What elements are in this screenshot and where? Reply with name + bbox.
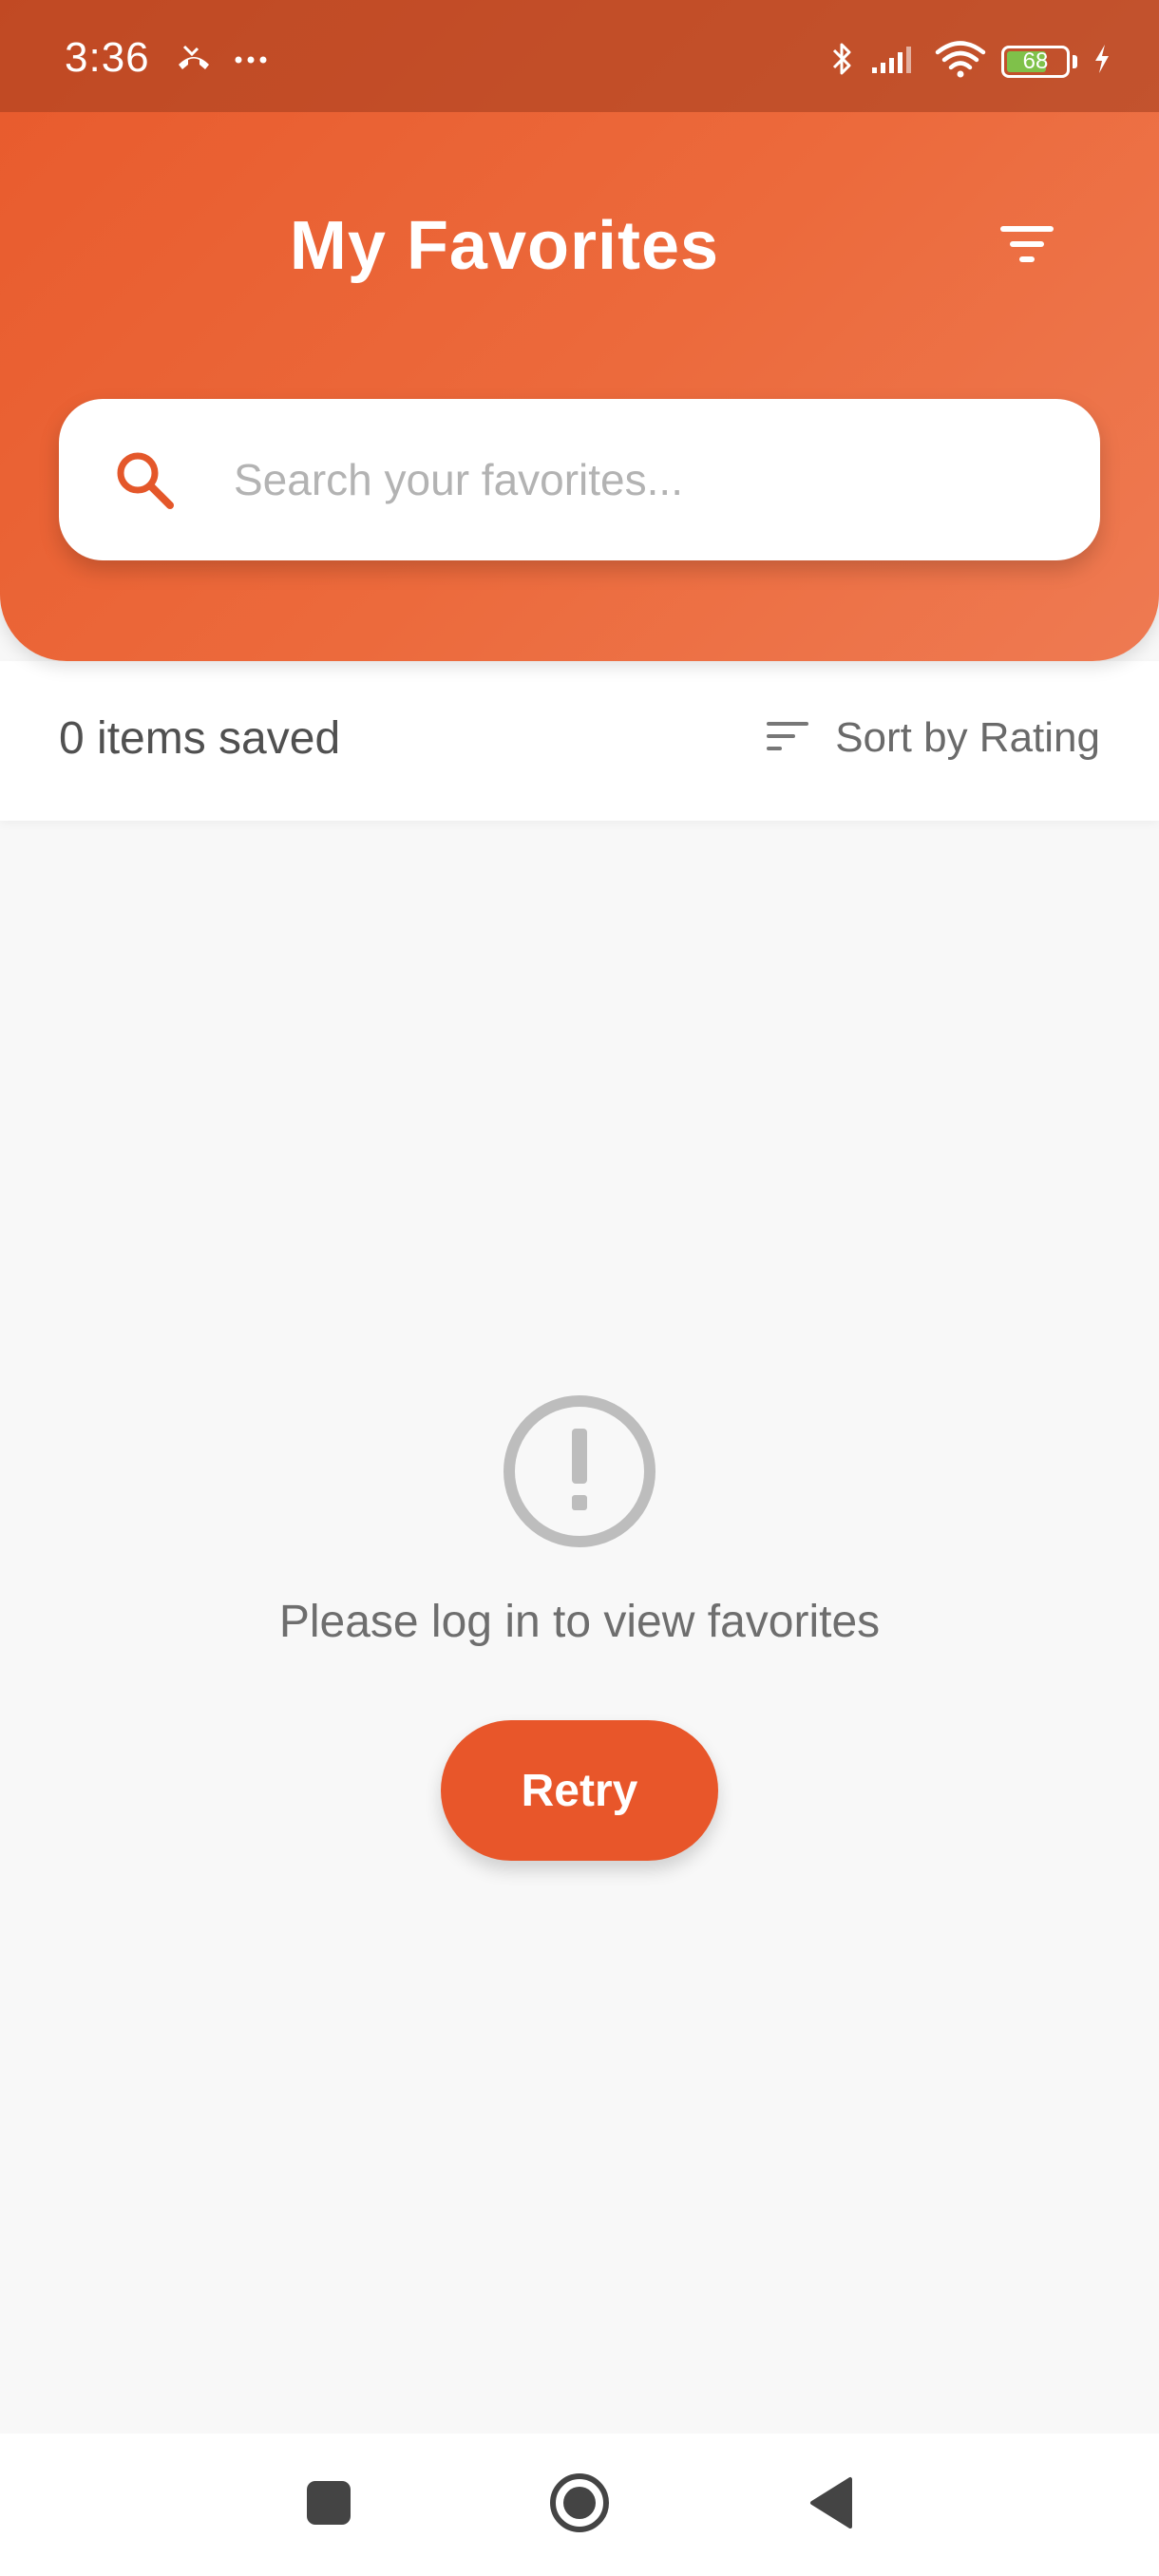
recents-button[interactable]	[272, 2434, 386, 2576]
filter-icon	[997, 222, 1057, 273]
filter-button[interactable]	[992, 218, 1062, 275]
empty-message: Please log in to view favorites	[278, 1597, 881, 1647]
alert-circle-icon	[501, 1392, 658, 1550]
search-bar[interactable]	[59, 399, 1100, 560]
header: 3:36 68 My Favorites Search your favorit…	[0, 0, 1159, 661]
items-count: 0 items saved	[59, 713, 341, 764]
status-notification-icons	[175, 44, 268, 77]
sort-label: Sort by Rating	[835, 714, 1100, 761]
home-circle-icon	[546, 2470, 613, 2541]
charging-icon	[1092, 43, 1112, 80]
battery-level: 68	[1022, 47, 1049, 74]
battery-icon: 68	[1001, 45, 1070, 78]
system-nav-bar	[0, 2434, 1159, 2576]
battery-tip	[1073, 54, 1077, 68]
info-bar: 0 items saved Sort by Rating	[0, 661, 1159, 821]
sort-icon	[765, 719, 810, 758]
back-button[interactable]	[773, 2434, 887, 2576]
status-time: 3:36	[65, 34, 150, 81]
search-icon	[112, 447, 177, 512]
home-button[interactable]	[522, 2434, 636, 2576]
status-system-icons: 68	[830, 40, 1112, 83]
search-input[interactable]	[232, 453, 1072, 506]
status-bar: 3:36 68	[0, 0, 1159, 112]
empty-state: Please log in to view favorites Retry	[0, 1392, 1159, 1861]
sort-button[interactable]: Sort by Rating	[765, 714, 1100, 762]
signal-icon	[870, 43, 920, 80]
retry-button[interactable]: Retry	[441, 1720, 718, 1861]
wifi-icon	[935, 40, 986, 83]
back-triangle-icon	[807, 2475, 854, 2535]
bluetooth-icon	[830, 40, 855, 83]
missed-call-icon	[175, 44, 213, 77]
more-dots-icon	[234, 52, 268, 69]
page-title: My Favorites	[289, 208, 720, 284]
recents-square-icon	[305, 2479, 352, 2531]
